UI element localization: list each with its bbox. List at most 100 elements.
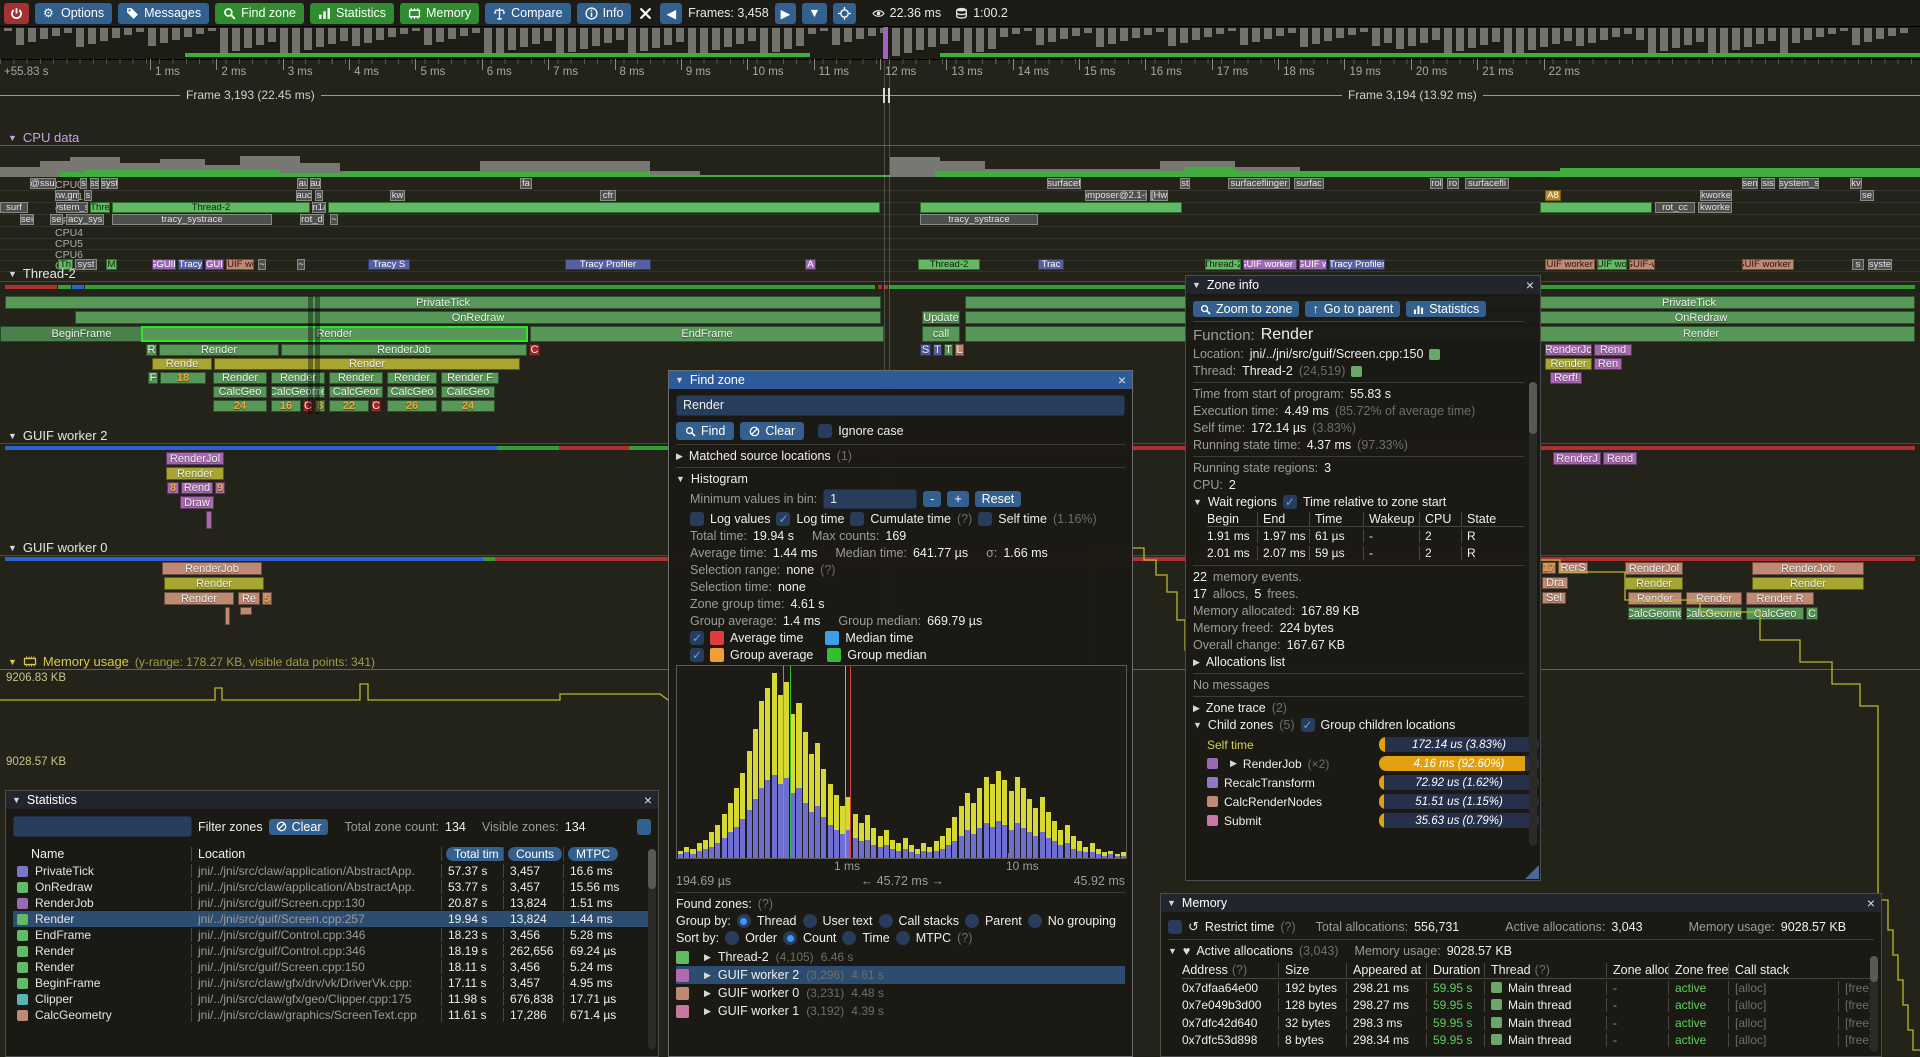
active-allocations-toggle[interactable]: ▼ ♥ Active allocations(3,043) Memory usa… — [1168, 944, 1874, 958]
col-appeared-at[interactable]: Appeared at — [1346, 963, 1426, 977]
cpu-zone-chip[interactable]: ~ — [330, 214, 338, 225]
timeline-zone[interactable]: Render — [329, 372, 383, 384]
cpu-zone-chip[interactable]: surfacef — [1047, 178, 1081, 189]
cpu-zone-chip[interactable]: system_se — [56, 202, 88, 213]
timeline-zone[interactable] — [206, 511, 212, 529]
log-values-checkbox[interactable] — [690, 512, 704, 526]
timeline-zone[interactable]: Rerf! — [1550, 372, 1582, 384]
cpu-zone-chip[interactable]: A8 — [1545, 190, 1561, 201]
timeline-zone[interactable]: Render — [214, 358, 520, 370]
cpu-zone-chip[interactable]: system_s — [1779, 178, 1819, 189]
timeline-zone[interactable]: Render — [166, 467, 224, 480]
cpu-zone-chip[interactable]: cfr — [600, 190, 616, 201]
min-bin-input[interactable]: 1 — [823, 489, 917, 509]
timeline-zone[interactable]: CalcGeo — [441, 386, 495, 398]
table-row[interactable]: Renderjni/../jni/src/guif/Screen.cpp:150… — [13, 959, 651, 975]
close-icon[interactable]: × — [1118, 373, 1126, 387]
log-time-checkbox[interactable]: ✓ — [776, 512, 790, 526]
cpu-zone-chip[interactable]: sei — [20, 214, 34, 225]
cpu-zone-chip[interactable]: kv — [1850, 178, 1862, 189]
histogram-section-toggle[interactable]: ▼Histogram — [676, 472, 1125, 486]
scrollbar[interactable] — [648, 849, 656, 1049]
col-location[interactable]: Location — [191, 847, 441, 861]
table-row[interactable]: Renderjni/../jni/src/guif/Control.cpp:34… — [13, 943, 651, 959]
timeline-zone[interactable]: 5 — [262, 592, 272, 605]
cpu-zone-chip[interactable]: se — [1860, 190, 1874, 201]
cpu-zone-chip[interactable] — [920, 202, 1182, 213]
timeline-zone[interactable]: Render — [1625, 577, 1683, 590]
table-row[interactable]: Clipperjni/../jni/src/claw/gfx/geo/Clipp… — [13, 991, 651, 1007]
col-thread[interactable]: Thread(?) — [1484, 963, 1606, 977]
cpu-zone-chip[interactable]: m1a — [312, 202, 326, 213]
timeline-zone[interactable]: Render R — [1746, 592, 1814, 605]
timeline-zone[interactable]: CalcGeo — [1746, 607, 1804, 620]
timeline-zone[interactable]: S — [920, 344, 931, 356]
power-button[interactable] — [4, 3, 29, 24]
found-zone-row[interactable]: ▶GUIF worker 0(3,231)4.48 s — [676, 984, 1125, 1002]
found-zone-row[interactable]: ▶GUIF worker 2(3,296)4.61 s — [676, 966, 1125, 984]
filter-zones-input[interactable] — [13, 816, 192, 837]
timeline-zone[interactable]: 26 — [387, 400, 437, 412]
close-icon[interactable]: × — [1867, 896, 1875, 910]
cpu-zone-chip[interactable]: s — [315, 190, 323, 201]
timeline-zone[interactable]: CalcGeor — [329, 386, 383, 398]
timeline-zone[interactable]: Rend — [181, 482, 213, 494]
zoom-to-zone-button[interactable]: Zoom to zone — [1193, 301, 1299, 317]
cpu-zone-chip[interactable]: [Hw — [1150, 190, 1168, 201]
self-time-checkbox[interactable] — [978, 512, 992, 526]
cpu-zone-chip[interactable]: kworke — [1700, 190, 1732, 201]
table-row[interactable]: OnRedrawjni/../jni/src/claw/application/… — [13, 879, 651, 895]
timeline-zone[interactable]: Update — [922, 311, 960, 324]
bin-plus-button[interactable]: + — [947, 491, 968, 507]
timeline-zone[interactable]: 18 — [160, 372, 206, 384]
clear-button[interactable]: Clear — [740, 422, 804, 440]
timeline-zone[interactable]: Render — [141, 326, 528, 342]
timeline-zone[interactable]: C — [371, 400, 381, 412]
timeline-zone[interactable]: RenderJob — [162, 562, 262, 575]
col-size[interactable]: Size — [1278, 963, 1346, 977]
prev-frame-button[interactable]: ◀ — [660, 3, 682, 24]
clear-filter-button[interactable]: Clear — [269, 819, 329, 835]
col-address[interactable]: Address(?) — [1182, 963, 1278, 977]
compare-button[interactable]: Compare — [485, 3, 570, 24]
cpu-zone-chip[interactable]: surfac — [1294, 178, 1324, 189]
col-total-time[interactable]: Total tim — [446, 847, 503, 861]
timeline-zone[interactable]: Ren — [1594, 358, 1622, 370]
cpu-zone-chip[interactable]: ro — [1447, 178, 1459, 189]
cpu-zone-chip[interactable]: kw,gm — [55, 190, 79, 201]
find-zone-button[interactable]: Find zone — [215, 3, 304, 24]
next-frame-button[interactable]: ▶ — [775, 3, 797, 24]
timeline-zone[interactable]: T — [944, 344, 953, 356]
child-zone-row[interactable]: RecalcTransform72.92 us (1.62%) — [1193, 773, 1524, 792]
cpu-zone-chip[interactable]: Thread-2 — [112, 202, 310, 213]
timeline-zone[interactable]: EndFrame — [530, 326, 884, 342]
allocation-row[interactable]: 0x7dfc42d64032 bytes298.3 ms59.95 sMain … — [1182, 1014, 1874, 1032]
col-call-stack[interactable]: Call stack — [1728, 963, 1838, 977]
cpu-zone-chip[interactable]: s — [84, 190, 92, 201]
radio-order[interactable] — [725, 931, 739, 945]
allocation-row[interactable]: 0x7e049b3d00128 bytes298.27 ms59.95 sMai… — [1182, 997, 1874, 1015]
timeline-zone[interactable]: OnRedraw — [75, 311, 881, 324]
cpu-zone-chip[interactable]: kworke — [1698, 202, 1732, 213]
timeline-zone[interactable]: PrivateTick — [5, 296, 881, 309]
statistics-titlebar[interactable]: ▼Statistics × — [6, 791, 658, 809]
cpu-zone-chip[interactable]: au — [310, 178, 321, 189]
timeline-zone[interactable]: 24 — [213, 400, 267, 412]
timeline-zone[interactable]: RenderJo — [1545, 344, 1592, 356]
find-zone-titlebar[interactable]: ▼Find zone × — [669, 371, 1132, 389]
timeline-zone[interactable]: T — [933, 344, 942, 356]
memory-button[interactable]: Memory — [400, 3, 479, 24]
find-button[interactable]: Find — [676, 422, 734, 440]
timeline-zone[interactable]: 9 — [215, 482, 225, 494]
radio-parent[interactable] — [965, 914, 979, 928]
radio-user-text[interactable] — [803, 914, 817, 928]
found-zone-row[interactable]: ▶Thread-2(4,105)6.46 s — [676, 948, 1125, 966]
timeline-zone[interactable]: C — [529, 344, 540, 356]
timeline-zone[interactable]: Render — [164, 592, 234, 605]
cpu-zone-chip[interactable]: surfacefli — [1465, 178, 1509, 189]
timeline-zone[interactable] — [240, 607, 252, 615]
timeline-zone[interactable]: call — [922, 326, 960, 342]
cpu-zone-chip[interactable]: sen — [1742, 178, 1758, 189]
group-lines-checkbox[interactable]: ✓ — [690, 648, 704, 662]
child-zone-row[interactable]: CalcRenderNodes51.51 us (1.15%) — [1193, 792, 1524, 811]
